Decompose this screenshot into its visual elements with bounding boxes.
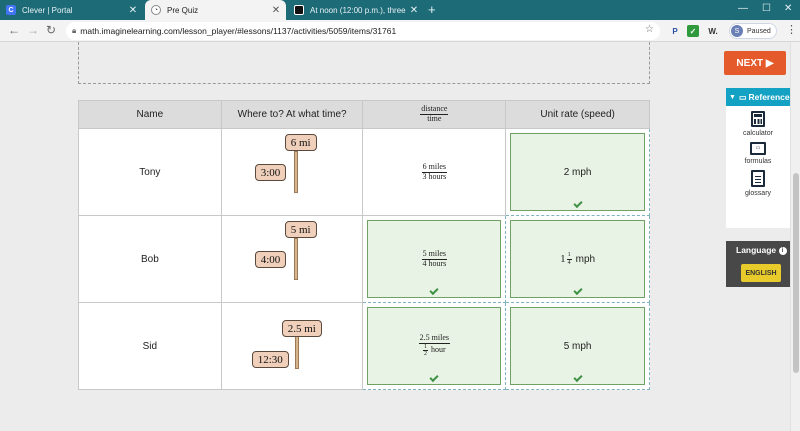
- extension-w-icon[interactable]: W.: [704, 25, 722, 37]
- answer-box[interactable]: 1 14 mph: [510, 220, 645, 298]
- distance-sign: 6 mi: [284, 134, 317, 151]
- time-sign: 4:00: [254, 251, 287, 268]
- menu-kebab-icon[interactable]: ⋮: [786, 23, 797, 36]
- tab-clever[interactable]: C Clever | Portal ✕: [0, 0, 143, 20]
- collapse-triangle-icon: ▼: [729, 93, 736, 101]
- extension-p-icon[interactable]: P: [668, 25, 682, 37]
- address-bar: ← → ↻ 🔒︎ math.imaginelearning.com/lesson…: [0, 20, 800, 42]
- tab-title: At noon (12:00 p.m.), three boys: [310, 5, 408, 15]
- info-icon[interactable]: i: [778, 247, 787, 255]
- formulas-tool[interactable]: ▭ formulas: [726, 142, 790, 165]
- maximize-icon[interactable]: ☐: [762, 3, 771, 14]
- avatar: S: [731, 25, 743, 37]
- ratio-cell: 6 miles 3 hours: [362, 128, 507, 216]
- calculator-icon: [751, 111, 765, 127]
- checkmark-extension-icon[interactable]: ✓: [687, 25, 699, 37]
- signpost: 5 mi 4:00: [222, 216, 364, 303]
- reload-icon[interactable]: ↻: [46, 23, 56, 37]
- clever-icon: C: [6, 5, 16, 15]
- url-field[interactable]: 🔒︎ math.imaginelearning.com/lesson_playe…: [66, 22, 660, 40]
- sign-post: [293, 151, 298, 193]
- close-icon[interactable]: ✕: [270, 5, 282, 16]
- check-icon: [573, 372, 583, 383]
- close-window-icon[interactable]: ✕: [784, 3, 792, 14]
- reference-header[interactable]: ▼ ▭ Reference: [726, 88, 790, 106]
- answer-box[interactable]: 2.5 miles 12 hour: [367, 307, 502, 385]
- where-cell: 5 mi 4:00: [220, 215, 364, 303]
- header-speed: Unit rate (speed): [505, 100, 650, 129]
- distance-sign: 5 mi: [284, 221, 317, 238]
- brainly-icon: [294, 5, 304, 15]
- imagine-learning-icon: ◔: [151, 5, 161, 15]
- check-icon: [573, 285, 583, 296]
- where-cell: 6 mi 3:00: [220, 128, 364, 216]
- speed-cell: 1 14 mph: [505, 215, 650, 303]
- calculator-tool[interactable]: calculator: [726, 111, 790, 137]
- profile-button[interactable]: S Paused: [729, 23, 777, 39]
- table-row: Bob 5 mi 4:00 5 miles 4 hours 1 14 mph: [78, 215, 650, 303]
- page-scrollbar[interactable]: [790, 42, 800, 431]
- tab-brainly[interactable]: At noon (12:00 p.m.), three boys ✕: [288, 0, 424, 20]
- glossary-tool[interactable]: glossary: [726, 170, 790, 197]
- signpost: 6 mi 3:00: [222, 129, 364, 216]
- answer-box[interactable]: 5 miles 4 hours: [367, 220, 502, 298]
- tab-title: Clever | Portal: [22, 5, 73, 15]
- url-text: math.imaginelearning.com/lesson_player/#…: [80, 26, 397, 36]
- close-icon[interactable]: ✕: [408, 5, 420, 16]
- row-name: Tony: [78, 128, 222, 216]
- lesson-page: Name Where to? At what time? distance tim…: [0, 42, 790, 431]
- table-row: Tony 6 mi 3:00 6 miles 3 hours 2 mph: [78, 128, 650, 216]
- table-header-row: Name Where to? At what time? distance tim…: [78, 100, 650, 129]
- header-name: Name: [78, 100, 222, 129]
- speed-cell: 2 mph: [505, 128, 650, 216]
- previous-question-box: [78, 42, 650, 84]
- ratio-cell: 2.5 miles 12 hour: [362, 302, 507, 390]
- book-icon: ▭: [738, 92, 747, 102]
- header-distance-over-time: distance time: [362, 100, 507, 129]
- distance-sign: 2.5 mi: [281, 320, 322, 337]
- row-name: Sid: [78, 302, 222, 390]
- reference-panel: ▼ ▭ Reference calculator ▭ formulas glos…: [726, 88, 790, 228]
- check-icon: [429, 372, 439, 383]
- row-name: Bob: [78, 215, 222, 303]
- next-button[interactable]: NEXT ▶: [724, 51, 786, 75]
- header-where: Where to? At what time?: [220, 100, 364, 129]
- ratio-cell: 5 miles 4 hours: [362, 215, 507, 303]
- tab-pre-quiz[interactable]: ◔ Pre Quiz ✕: [145, 0, 286, 20]
- browser-tab-strip: C Clever | Portal ✕ ◔ Pre Quiz ✕ At noon…: [0, 0, 800, 20]
- answer-box[interactable]: 5 mph: [510, 307, 645, 385]
- answer-box[interactable]: 2 mph: [510, 133, 645, 211]
- sign-post: [293, 238, 298, 280]
- where-cell: 2.5 mi 12:30: [220, 302, 364, 390]
- scrollbar-thumb[interactable]: [793, 173, 799, 373]
- signpost: 2.5 mi 12:30: [222, 303, 364, 390]
- new-tab-button[interactable]: +: [428, 2, 436, 17]
- table-row: Sid 2.5 mi 12:30 2.5 miles 12 hour 5 mph: [78, 302, 650, 390]
- speed-cell: 5 mph: [505, 302, 650, 390]
- bookmark-star-icon[interactable]: ☆: [645, 24, 654, 35]
- forward-icon[interactable]: →: [27, 23, 39, 37]
- check-icon: [429, 285, 439, 296]
- tab-title: Pre Quiz: [167, 5, 199, 15]
- profile-status: Paused: [747, 27, 771, 35]
- lock-icon: 🔒︎: [72, 26, 77, 35]
- formulas-icon: ▭: [750, 142, 766, 155]
- language-panel: Language i ENGLISH: [726, 241, 790, 287]
- english-button[interactable]: ENGLISH: [741, 264, 781, 282]
- time-sign: 3:00: [254, 164, 287, 181]
- minimize-icon[interactable]: —: [738, 3, 748, 14]
- back-icon[interactable]: ←: [8, 23, 20, 37]
- check-icon: [573, 198, 583, 209]
- unit-rate-table: Name Where to? At what time? distance tim…: [78, 100, 650, 390]
- time-sign: 12:30: [251, 351, 289, 368]
- close-icon[interactable]: ✕: [127, 5, 139, 16]
- glossary-icon: [751, 170, 765, 187]
- language-header[interactable]: Language i: [726, 241, 790, 255]
